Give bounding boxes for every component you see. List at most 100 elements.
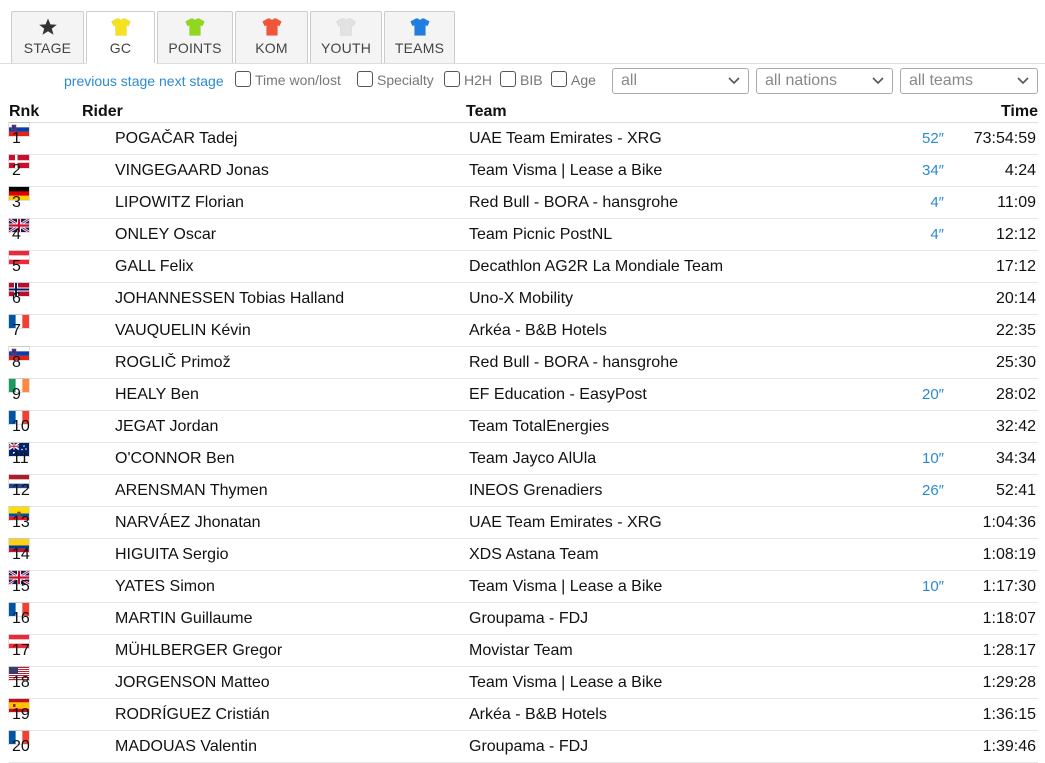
rank-cell: 19 [12,706,30,723]
rider-link[interactable]: YATES Simon [115,578,215,596]
tab-label: TEAMS [394,40,445,56]
table-row: 9 HEALY Ben EF Education - EasyPost 20″ 28:0… [9,379,1038,411]
rider-link[interactable]: MARTIN Guillaume [115,610,253,628]
team-link[interactable]: XDS Astana Team [469,546,599,564]
tab-gc[interactable]: GC [86,11,155,63]
jersey-icon [336,18,356,36]
bonus-seconds: 4″ [930,226,944,243]
team-link[interactable]: Red Bull - BORA - hansgrohe [469,354,678,372]
team-link[interactable]: Red Bull - BORA - hansgrohe [469,194,678,212]
checkbox-box[interactable] [357,71,373,87]
gc-results-table: Rnk Rider Team Time 1 POGAČAR Tadej UAE Te… [8,100,1038,763]
team-link[interactable]: Team Jayco AlUla [469,450,596,468]
bonus-seconds: 34″ [922,162,944,179]
time-cell: 22:35 [995,322,1036,339]
time-cell: 25:30 [995,354,1036,371]
previous-stage-link[interactable]: previous stage [64,73,155,89]
tab-teams[interactable]: TEAMS [384,11,455,63]
time-won-lost-checkbox[interactable]: Time won/lost [235,71,341,88]
time-cell: 20:14 [995,290,1036,307]
team-link[interactable]: Groupama - FDJ [469,738,588,756]
team-link[interactable]: INEOS Grenadiers [469,482,602,500]
rider-link[interactable]: NARVÁEZ Jhonatan [115,514,261,532]
team-link[interactable]: Team Picnic PostNL [469,226,612,244]
rank-cell: 18 [12,674,30,691]
team-link[interactable]: Groupama - FDJ [469,610,588,628]
rank-cell: 1 [12,130,21,147]
team-link[interactable]: EF Education - EasyPost [469,386,647,404]
time-cell: 1:17:30 [982,578,1036,595]
time-cell: 1:08:19 [982,546,1036,563]
time-cell: 34:34 [995,450,1036,467]
rider-link[interactable]: ARENSMAN Thymen [115,482,268,500]
rider-link[interactable]: JOHANNESSEN Tobias Halland [115,290,344,308]
tab-youth[interactable]: YOUTH [310,11,382,63]
h2h-checkbox[interactable]: H2H [444,71,492,88]
jersey-icon [261,18,282,36]
team-link[interactable]: Arkéa - B&B Hotels [469,706,607,724]
team-link[interactable]: Team Visma | Lease a Bike [469,162,662,180]
team-link[interactable]: Uno-X Mobility [469,290,573,308]
tab-kom[interactable]: KOM [235,11,308,63]
nation-select[interactable]: all nations [756,68,893,94]
select-value: all teams [909,72,974,89]
column-header-rank[interactable]: Rnk [9,103,39,121]
rider-link[interactable]: VAUQUELIN Kévin [115,322,251,340]
time-cell: 52:41 [995,482,1036,499]
rider-link[interactable]: HIGUITA Sergio [115,546,229,564]
rank-cell: 20 [12,738,30,755]
checkbox-box[interactable] [235,71,251,87]
checkbox-box[interactable] [444,71,460,87]
rider-link[interactable]: JORGENSON Matteo [115,674,270,692]
team-link[interactable]: Team Visma | Lease a Bike [469,578,662,596]
rider-link[interactable]: GALL Felix [115,258,194,276]
rider-link[interactable]: HEALY Ben [115,386,199,404]
table-row: 5 GALL Felix Decathlon AG2R La Mondiale Te… [9,251,1038,283]
time-cell: 11:09 [997,194,1036,211]
tab-points[interactable]: POINTS [157,11,233,63]
rider-link[interactable]: LIPOWITZ Florian [115,194,244,212]
next-stage-link[interactable]: next stage [159,73,224,89]
rank-cell: 11 [12,450,29,467]
rider-link[interactable]: MADOUAS Valentin [115,738,257,756]
team-link[interactable]: Arkéa - B&B Hotels [469,322,607,340]
filter-select-all[interactable]: all [612,68,749,94]
rider-link[interactable]: ONLEY Oscar [115,226,216,244]
column-header-team[interactable]: Team [466,103,507,121]
table-row: 11 O'CONNOR Ben Team Jayco AlUla 10″ 34:34 [8,442,1038,475]
rank-cell: 5 [12,258,21,275]
jersey-icon [409,18,430,36]
rank-cell: 12 [12,482,30,499]
rider-link[interactable]: ROGLIČ Primož [115,354,231,372]
checkbox-label: Age [571,72,596,88]
rider-link[interactable]: POGAČAR Tadej [115,130,237,148]
column-header-rider[interactable]: Rider [82,103,123,121]
team-link[interactable]: Movistar Team [469,642,573,660]
team-link[interactable]: Team Visma | Lease a Bike [469,674,662,692]
team-link[interactable]: Team TotalEnergies [469,418,609,436]
team-link[interactable]: UAE Team Emirates - XRG [469,130,662,148]
team-select[interactable]: all teams [900,68,1038,94]
age-checkbox[interactable]: Age [551,71,596,88]
checkbox-box[interactable] [500,71,516,87]
team-link[interactable]: Decathlon AG2R La Mondiale Team [469,258,723,276]
rank-cell: 6 [12,290,21,307]
chevron-down-icon [872,77,884,85]
active-tab-gap [87,63,156,64]
rider-link[interactable]: RODRÍGUEZ Cristián [115,706,270,724]
checkbox-box[interactable] [551,71,567,87]
table-row: 13 NARVÁEZ Jhonatan UAE Team Emirates - XR… [9,507,1038,539]
rider-link[interactable]: JEGAT Jordan [115,418,218,436]
specialty-checkbox[interactable]: Specialty [357,71,434,88]
table-row: 6 JOHANNESSEN Tobias Halland Uno-X Mobilit… [9,283,1038,315]
bib-checkbox[interactable]: BIB [500,71,543,88]
rider-link[interactable]: MÜHLBERGER Gregor [115,642,282,660]
table-row: 19 RODRÍGUEZ Cristián Arkéa - B&B Hotels 1:… [9,699,1038,731]
jersey-icon [110,18,131,36]
tab-stage[interactable]: STAGE [11,11,84,63]
rider-link[interactable]: O'CONNOR Ben [115,450,235,468]
rider-link[interactable]: VINGEGAARD Jonas [115,162,269,180]
time-cell: 1:29:28 [982,674,1036,691]
column-header-time[interactable]: Time [1001,103,1038,121]
team-link[interactable]: UAE Team Emirates - XRG [469,514,662,532]
